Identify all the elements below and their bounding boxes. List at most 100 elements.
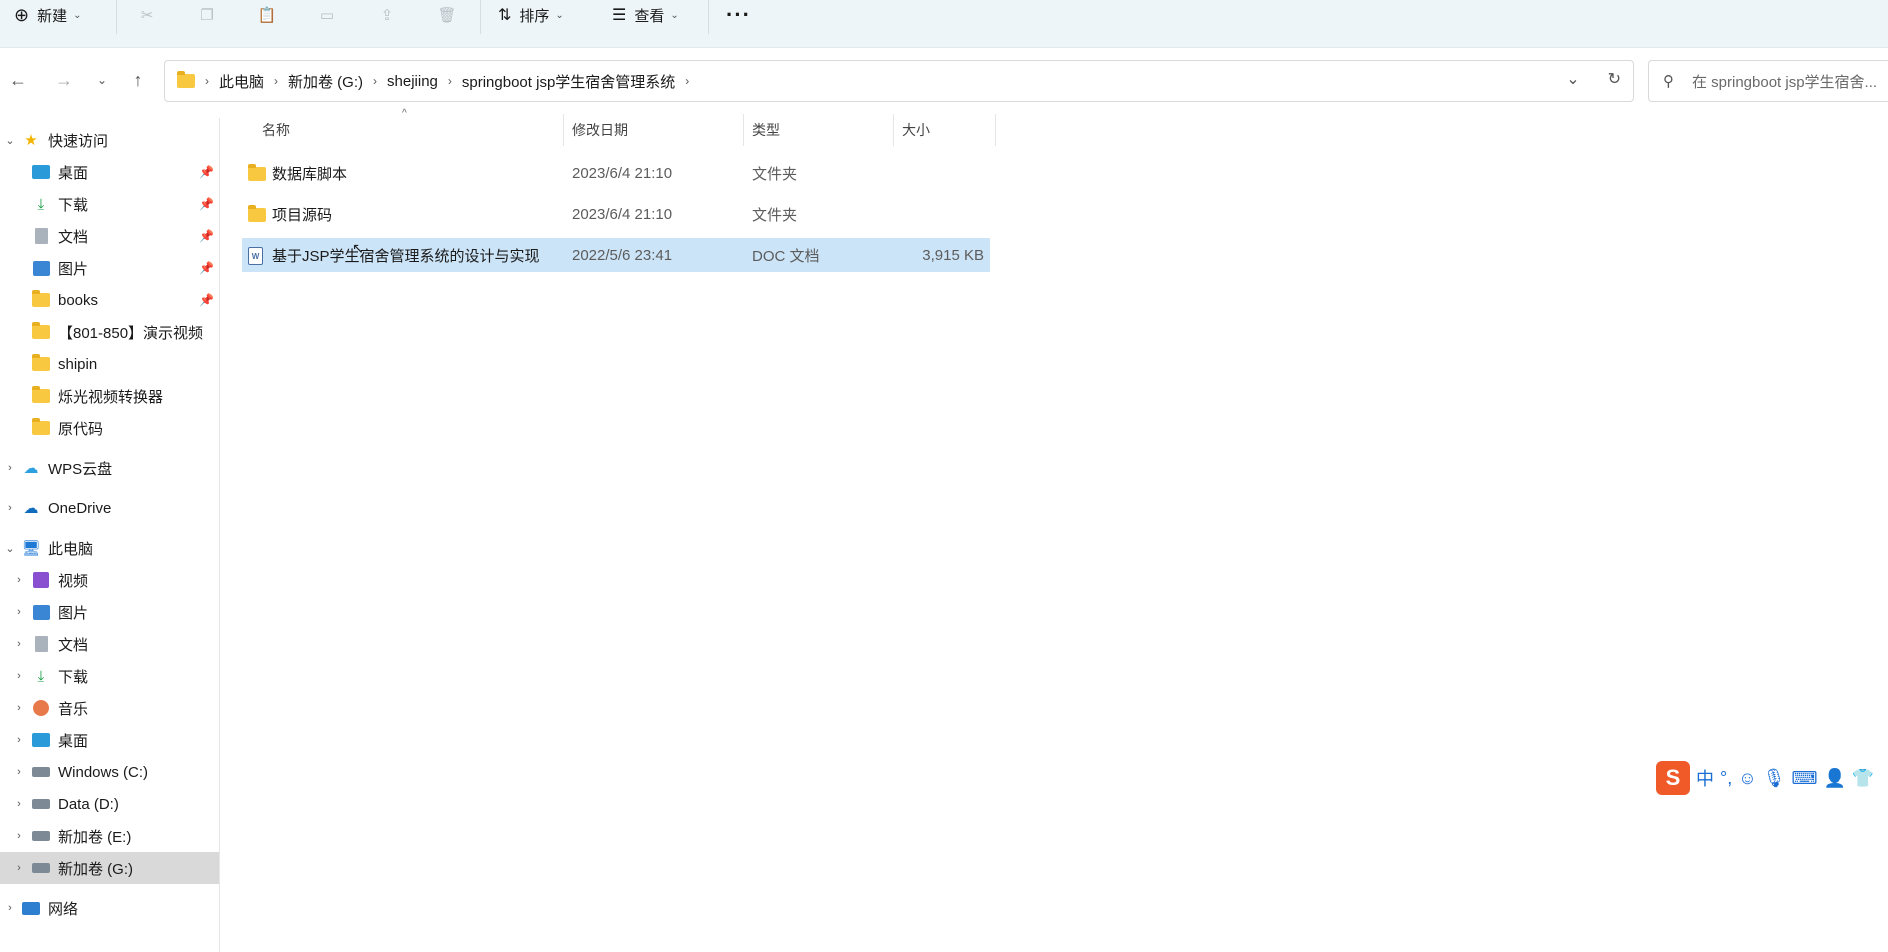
sort-button[interactable]: ⇅ 排序 ⌄	[498, 0, 564, 30]
more-options-button[interactable]: ···	[726, 0, 751, 30]
drive-icon	[32, 795, 50, 813]
chevron-right-icon[interactable]: ›	[12, 670, 26, 682]
folder-icon	[248, 205, 266, 222]
chevron-down-icon[interactable]: ⌄	[3, 542, 17, 555]
sogou-logo-icon[interactable]: S	[1656, 761, 1690, 795]
user-icon[interactable]: 👤	[1823, 768, 1845, 789]
sidebar-item-desktop[interactable]: 桌面 📌	[0, 156, 219, 188]
punctuation-icon[interactable]: °,	[1720, 768, 1732, 789]
chevron-right-icon[interactable]: ›	[12, 734, 26, 746]
sidebar-item-network[interactable]: › 网络	[0, 892, 219, 924]
sidebar-item-this-pc[interactable]: ⌄ 🖥 此电脑	[0, 532, 219, 564]
plus-circle-icon: ⊕	[14, 4, 30, 25]
arrow-right-icon: →	[55, 69, 73, 90]
pin-icon: 📌	[199, 261, 214, 275]
computer-icon: 🖥	[21, 540, 41, 557]
file-row[interactable]: 数据库脚本 2023/6/4 21:10 文件夹	[242, 156, 990, 190]
sidebar-item-drive-e[interactable]: › 新加卷 (E:)	[0, 820, 219, 852]
chevron-right-icon[interactable]: ›	[12, 766, 26, 778]
column-divider[interactable]	[563, 114, 564, 146]
sidebar-item-pc-downloads[interactable]: › ⤓ 下载	[0, 660, 219, 692]
music-icon	[32, 699, 50, 717]
toolbar-divider	[480, 0, 481, 34]
chevron-right-icon[interactable]: ›	[12, 862, 26, 874]
keyboard-icon[interactable]: ⌨	[1791, 768, 1817, 789]
chevron-right-icon[interactable]: ›	[3, 462, 17, 474]
breadcrumb-shejiing[interactable]: shejiing	[387, 73, 438, 90]
chevron-right-icon[interactable]: ›	[3, 502, 17, 514]
refresh-button[interactable]: ↻	[1608, 69, 1621, 89]
sidebar-item-books[interactable]: books 📌	[0, 284, 219, 316]
search-placeholder: 在 springboot jsp学生宿舍...	[1692, 73, 1878, 91]
column-header-date[interactable]: 修改日期	[572, 114, 628, 146]
search-input[interactable]: ⚲ 在 springboot jsp学生宿舍...	[1648, 60, 1888, 102]
sidebar-item-pc-pictures[interactable]: › 图片	[0, 596, 219, 628]
column-divider[interactable]	[743, 114, 744, 146]
chevron-right-icon[interactable]: ›	[12, 830, 26, 842]
sidebar-item-pc-music[interactable]: › 音乐	[0, 692, 219, 724]
desktop-icon	[32, 163, 50, 181]
chevron-right-icon[interactable]: ›	[12, 574, 26, 586]
chevron-down-icon[interactable]: ⌄	[3, 134, 17, 147]
sidebar-item-onedrive[interactable]: › ☁ OneDrive	[0, 492, 219, 524]
breadcrumb-project[interactable]: springboot jsp学生宿舍管理系统	[462, 71, 675, 92]
sidebar-item-pictures[interactable]: 图片 📌	[0, 252, 219, 284]
address-bar[interactable]: › 此电脑 › 新加卷 (G:) › shejiing › springboot…	[164, 60, 1634, 102]
clipboard-icon: 📋	[257, 7, 277, 24]
column-divider[interactable]	[995, 114, 996, 146]
back-button[interactable]: ←	[4, 66, 32, 94]
sidebar-item-downloads[interactable]: ⤓ 下载 📌	[0, 188, 219, 220]
sidebar-item-documents[interactable]: 文档 📌	[0, 220, 219, 252]
sidebar-item-drive-c[interactable]: › Windows (C:)	[0, 756, 219, 788]
paste-button[interactable]: 📋	[252, 0, 282, 30]
windows-drive-icon	[32, 763, 50, 781]
microphone-icon[interactable]: 🎙	[1763, 768, 1786, 789]
delete-button[interactable]: 🗑	[432, 0, 462, 30]
breadcrumb-drive-g[interactable]: 新加卷 (G:)	[288, 71, 363, 92]
sidebar-item-video-converter[interactable]: 烁光视频转换器	[0, 380, 219, 412]
rename-button[interactable]: ▭	[312, 0, 342, 30]
chevron-right-icon[interactable]: ›	[12, 638, 26, 650]
sidebar-item-wps-cloud[interactable]: › ☁ WPS云盘	[0, 452, 219, 484]
copy-icon: ❐	[200, 7, 214, 24]
chevron-right-icon[interactable]: ›	[12, 702, 26, 714]
sidebar-item-drive-g[interactable]: › 新加卷 (G:)	[0, 852, 219, 884]
sidebar-item-pc-documents[interactable]: › 文档	[0, 628, 219, 660]
address-history-dropdown[interactable]: ⌄	[1566, 69, 1579, 89]
skin-icon[interactable]: 👕	[1852, 768, 1874, 789]
network-icon	[22, 899, 40, 917]
arrow-up-icon: ↑	[133, 69, 143, 90]
chevron-right-icon[interactable]: ›	[3, 902, 17, 914]
chevron-right-icon[interactable]: ›	[12, 606, 26, 618]
share-button[interactable]: ⇪	[372, 0, 402, 30]
sidebar-item-pc-desktop[interactable]: › 桌面	[0, 724, 219, 756]
chevron-right-icon: ›	[373, 74, 378, 88]
sidebar-item-demo-videos[interactable]: 【801-850】演示视频	[0, 316, 219, 348]
folder-icon	[177, 71, 195, 88]
mouse-cursor-icon: ↖	[352, 240, 364, 256]
document-icon	[32, 635, 50, 653]
breadcrumb-this-pc[interactable]: 此电脑	[219, 71, 264, 92]
sidebar-item-shipin[interactable]: shipin	[0, 348, 219, 380]
forward-button[interactable]: →	[50, 66, 78, 94]
sidebar-item-quick-access[interactable]: ⌄ ★ 快速访问	[0, 124, 219, 156]
recent-locations-button[interactable]: ⌄	[88, 66, 116, 94]
new-button[interactable]: ⊕ 新建 ⌄	[14, 0, 82, 30]
copy-button[interactable]: ❐	[192, 0, 222, 30]
up-button[interactable]: ↑	[124, 66, 152, 94]
document-icon	[32, 227, 50, 245]
sidebar-item-drive-d[interactable]: › Data (D:)	[0, 788, 219, 820]
chevron-right-icon[interactable]: ›	[12, 798, 26, 810]
rename-icon: ▭	[319, 7, 335, 24]
sidebar-item-source-code[interactable]: 原代码	[0, 412, 219, 444]
column-header-name[interactable]: 名称	[262, 114, 290, 146]
cut-button[interactable]: ✂	[132, 0, 162, 30]
emoji-icon[interactable]: ☺	[1738, 768, 1756, 789]
file-row[interactable]: 项目源码 2023/6/4 21:10 文件夹	[242, 197, 990, 231]
view-button[interactable]: ☰ 查看 ⌄	[612, 0, 679, 30]
column-divider[interactable]	[893, 114, 894, 146]
sidebar-item-pc-videos[interactable]: › 视频	[0, 564, 219, 596]
column-header-type[interactable]: 类型	[752, 114, 780, 146]
column-header-size[interactable]: 大小	[902, 114, 930, 146]
ime-mode-toggle[interactable]: 中	[1696, 765, 1714, 791]
